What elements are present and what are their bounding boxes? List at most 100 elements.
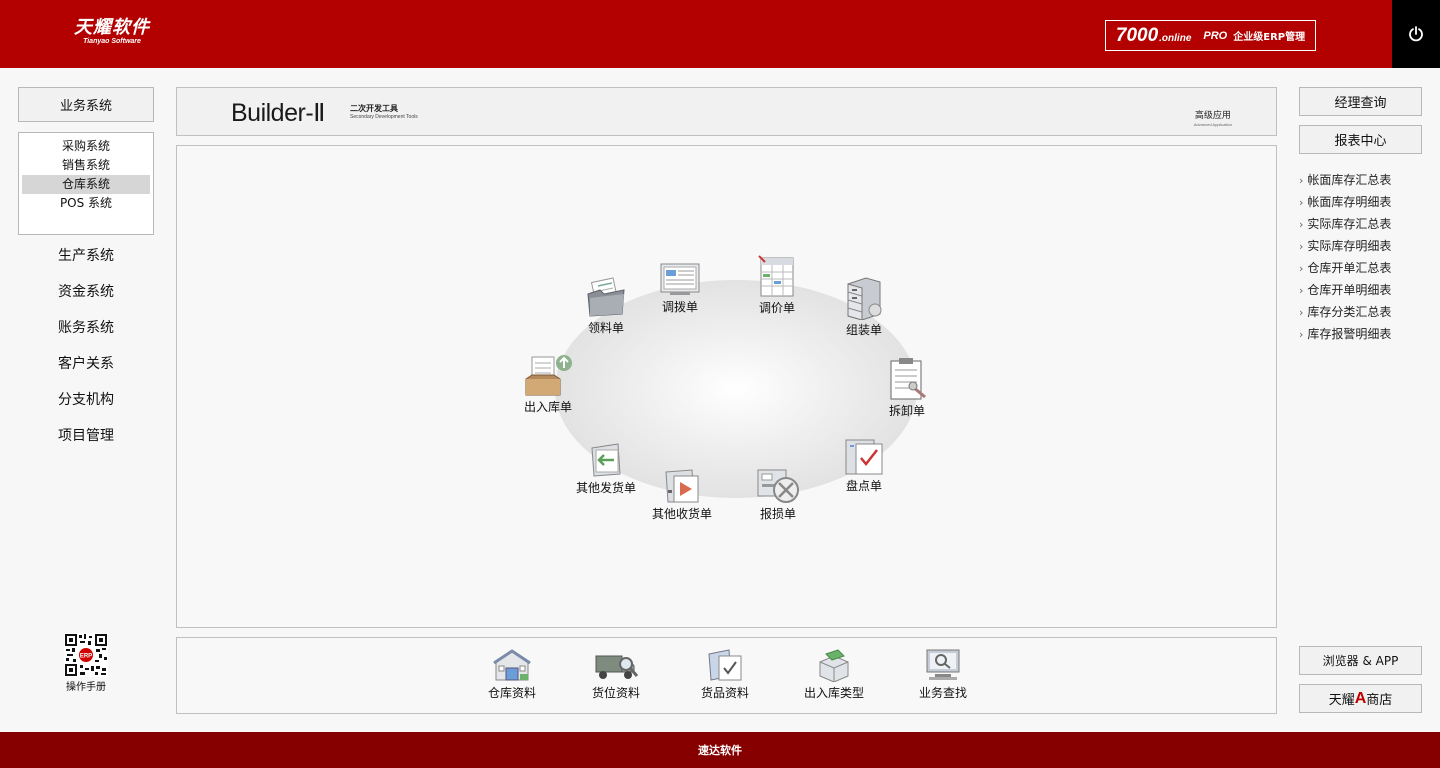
spreadsheet-icon: [758, 255, 794, 297]
business-system-button[interactable]: 业务系统: [18, 87, 154, 122]
qr-code-icon: ERP: [64, 633, 108, 677]
power-button[interactable]: [1392, 0, 1440, 68]
chevron-right-icon: ›: [1299, 306, 1304, 319]
report-label: 仓库开单明细表: [1307, 283, 1392, 297]
left-nav: 生产系统 资金系统 账务系统 客户关系 分支机构 项目管理: [18, 246, 154, 462]
wheel-label: 报损单: [759, 507, 796, 521]
report-item[interactable]: › 仓库开单汇总表: [1299, 260, 1421, 282]
bottom-label: 业务查找: [918, 686, 967, 700]
logo-en: Tianyao Software: [83, 38, 141, 45]
store-suffix: 商店: [1366, 693, 1393, 708]
report-label: 库存分类汇总表: [1307, 305, 1392, 319]
bottom-label: 货品资料: [700, 686, 749, 700]
store-a-logo: A: [1354, 689, 1367, 707]
app-store-button[interactable]: 天耀 A 商店: [1299, 684, 1422, 713]
goods-doc-icon: [708, 649, 742, 681]
folder-icon: [587, 277, 625, 317]
wheel-item-stocktake[interactable]: 盘点单: [819, 436, 909, 494]
nav-item-customer[interactable]: 客户关系: [18, 354, 154, 390]
nav-item-production[interactable]: 生产系统: [18, 246, 154, 282]
sub-item-sales[interactable]: 销售系统: [22, 156, 150, 175]
builder-banner: Builder-Ⅱ 二次开发工具 Secondary Development T…: [176, 87, 1277, 136]
footer-bar: 速达软件: [0, 732, 1440, 768]
product-badge: 7000 .online PRO 企业级ERP管理: [1105, 20, 1316, 51]
adv-en: Advanced Application: [1193, 122, 1232, 127]
nav-item-funds[interactable]: 资金系统: [18, 282, 154, 318]
receive-doc-icon: [665, 469, 699, 503]
report-label: 实际库存汇总表: [1307, 217, 1392, 231]
chevron-right-icon: ›: [1299, 240, 1304, 253]
wheel-label: 出入库单: [523, 400, 572, 414]
wheel-item-stock-in-out[interactable]: 出入库单: [503, 353, 593, 415]
bottom-item-business-search[interactable]: 业务查找: [898, 648, 988, 701]
company-logo: 天耀软件 Tianyao Software: [74, 18, 150, 46]
report-label: 库存报警明细表: [1307, 327, 1392, 341]
bottom-label: 仓库资料: [487, 686, 536, 700]
bottom-label: 货位资料: [591, 686, 640, 700]
wheel-item-other-receipt[interactable]: 其他收货单: [637, 468, 727, 522]
footer-text: 速达软件: [698, 744, 742, 757]
nav-item-accounts[interactable]: 账务系统: [18, 318, 154, 354]
report-item[interactable]: › 帐面库存明细表: [1299, 194, 1421, 216]
box-type-icon: [819, 649, 849, 682]
bottom-label: 出入库类型: [803, 686, 864, 700]
wheel-item-transfer[interactable]: 调拨单: [635, 261, 725, 315]
banner-title: Builder-Ⅱ: [231, 99, 325, 127]
bottom-item-warehouse[interactable]: 仓库资料: [467, 648, 557, 701]
sub-item-pos[interactable]: POS 系统: [22, 194, 150, 213]
store-prefix: 天耀: [1328, 693, 1355, 708]
wheel-item-damage-report[interactable]: 报损单: [733, 464, 823, 522]
wheel-label: 调价单: [758, 301, 795, 315]
manager-query-button[interactable]: 经理查询: [1299, 87, 1422, 116]
adv-cn: 高级应用: [1194, 111, 1231, 121]
wheel-label: 领料单: [587, 321, 624, 335]
computer-search-icon: [926, 649, 960, 680]
report-center-button[interactable]: 报表中心: [1299, 125, 1422, 154]
report-item[interactable]: › 实际库存汇总表: [1299, 216, 1421, 238]
monitor-doc-icon: [660, 263, 700, 295]
header-bar: 天耀软件 Tianyao Software 7000 .online PRO 企…: [0, 0, 1440, 68]
banner-sub-en: Secondary Development Tools: [350, 114, 418, 120]
report-item[interactable]: › 帐面库存汇总表: [1299, 172, 1421, 194]
manual-qr[interactable]: ERP 操作手册: [58, 633, 114, 693]
report-item[interactable]: › 库存报警明细表: [1299, 326, 1421, 348]
report-list: › 帐面库存汇总表 › 帐面库存明细表 › 实际库存汇总表 › 实际库存明细表 › 仓库开…: [1299, 172, 1421, 348]
bottom-item-stock-type[interactable]: 出入库类型: [789, 648, 879, 701]
doc-arrow-icon: [591, 443, 621, 477]
advanced-app-link[interactable]: 高级应用 Advanced Application: [1194, 110, 1232, 128]
chevron-right-icon: ›: [1299, 262, 1304, 275]
chevron-right-icon: ›: [1299, 196, 1304, 209]
sub-item-purchase[interactable]: 采购系统: [22, 137, 150, 156]
inbox-icon: [525, 355, 572, 396]
bottom-item-location[interactable]: 货位资料: [571, 648, 661, 701]
warehouse-icon: [493, 649, 531, 681]
logo-cn: 天耀软件: [74, 17, 150, 38]
wheel-label: 盘点单: [845, 479, 882, 493]
damage-icon: [757, 469, 799, 503]
banner-subtitle: 二次开发工具 Secondary Development Tools: [350, 104, 418, 121]
bottom-item-goods[interactable]: 货品资料: [680, 648, 770, 701]
report-label: 仓库开单汇总表: [1307, 261, 1392, 275]
wheel-label: 其他收货单: [651, 507, 712, 521]
wheel-item-price-adjust[interactable]: 调价单: [732, 254, 822, 316]
product-num: 7000: [1115, 24, 1159, 46]
chevron-right-icon: ›: [1299, 174, 1304, 187]
report-item[interactable]: › 仓库开单明细表: [1299, 282, 1421, 304]
check-doc-icon: [845, 439, 883, 475]
basic-data-panel: 仓库资料 货位资料 货品资料 出入库类型 业务查找: [176, 637, 1277, 714]
report-item[interactable]: › 实际库存明细表: [1299, 238, 1421, 260]
product-pro: PRO: [1203, 29, 1228, 42]
nav-item-project[interactable]: 项目管理: [18, 426, 154, 462]
product-desc: 企业级ERP管理: [1233, 32, 1306, 43]
svg-text:ERP: ERP: [80, 654, 92, 660]
chevron-right-icon: ›: [1299, 284, 1304, 297]
sub-item-warehouse[interactable]: 仓库系统: [22, 175, 150, 194]
wheel-label: 调拨单: [661, 300, 698, 314]
nav-item-branch[interactable]: 分支机构: [18, 390, 154, 426]
browser-app-button[interactable]: 浏览器 & APP: [1299, 646, 1422, 675]
wheel-item-assembly[interactable]: 组装单: [819, 274, 909, 338]
wheel-item-disassembly[interactable]: 拆卸单: [862, 357, 952, 419]
report-item[interactable]: › 库存分类汇总表: [1299, 304, 1421, 326]
chevron-right-icon: ›: [1299, 218, 1304, 231]
banner-sub-cn: 二次开发工具: [350, 104, 398, 113]
